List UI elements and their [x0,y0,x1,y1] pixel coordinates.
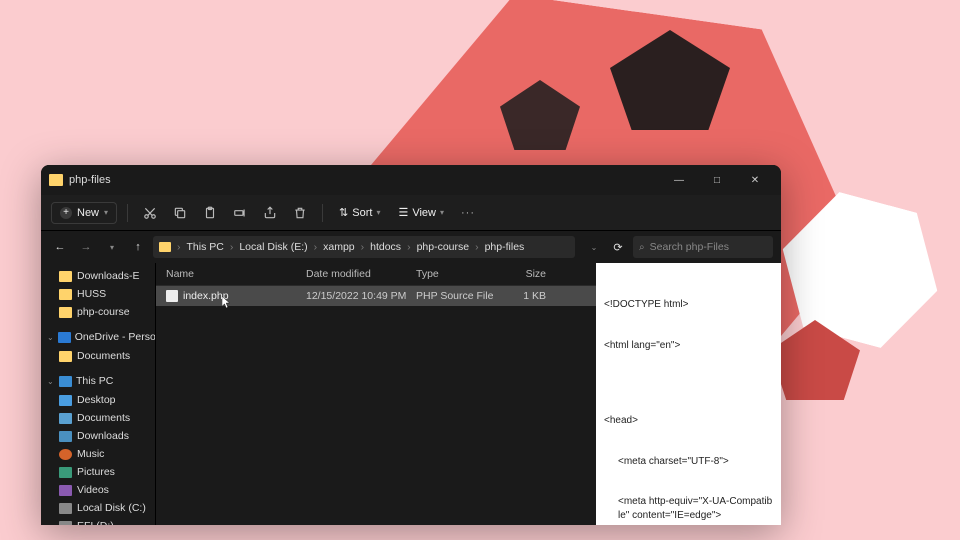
file-explorer-window: php-files — □ ✕ + New ▾ ⇅ Sort ▾ ☰ View … [41,165,781,525]
crumb-php-files[interactable]: php-files [485,241,525,253]
chevron-down-icon: ⌄ [47,377,55,386]
folder-icon [59,351,72,362]
titlebar[interactable]: php-files — □ ✕ [41,165,781,195]
cloud-icon [58,332,71,343]
music-icon [59,449,72,460]
file-size: 1 KB [506,290,546,302]
sort-button[interactable]: ⇅ Sort ▾ [333,202,386,223]
videos-icon [59,485,72,496]
navigation-sidebar[interactable]: Downloads-E HUSS php-course ⌄OneDrive - … [41,263,156,525]
new-button[interactable]: + New ▾ [51,202,117,224]
sidebar-item-videos[interactable]: Videos [41,481,155,499]
column-size[interactable]: Size [506,268,546,280]
minimize-button[interactable]: — [661,168,697,192]
desktop-icon [59,395,72,406]
chevron-down-icon: ⌄ [47,333,54,342]
search-input[interactable]: ⌕ Search php-Files [633,236,773,258]
view-icon: ☰ [398,206,408,219]
sidebar-item-local-disk-c[interactable]: Local Disk (C:) [41,499,155,517]
chevron-down-icon: ▾ [376,208,380,217]
crumb-php-course[interactable]: php-course [417,241,470,253]
preview-pane: <!DOCTYPE html> <html lang="en"> <head> … [596,263,781,525]
sidebar-item-efi-d[interactable]: EFI (D:) [41,517,155,525]
recent-button[interactable]: ▾ [101,236,123,258]
file-list[interactable]: Name Date modified Type Size index.php 1… [156,263,596,525]
file-icon [166,290,178,302]
search-placeholder: Search php-Files [650,241,729,253]
sidebar-item-downloads[interactable]: Downloads [41,427,155,445]
sidebar-item-desktop[interactable]: Desktop [41,391,155,409]
code-line: <meta charset="UTF-8"> [604,455,773,469]
plus-icon: + [60,207,72,219]
file-name: index.php [183,290,306,302]
crumb-xampp[interactable]: xampp [323,241,355,253]
sidebar-item-downloads-e[interactable]: Downloads-E [41,267,155,285]
rename-button[interactable] [228,201,252,225]
view-button[interactable]: ☰ View ▾ [392,202,450,223]
chevron-down-icon: ▾ [104,208,108,217]
disk-icon [59,521,72,526]
pc-icon [59,376,72,387]
sidebar-group-this-pc[interactable]: ⌄This PC [41,371,155,391]
close-button[interactable]: ✕ [737,168,773,192]
disk-icon [59,503,72,514]
address-bar-row: ← → ▾ ↑ › This PC › Local Disk (E:) › xa… [41,231,781,263]
table-row[interactable]: index.php 12/15/2022 10:49 PM PHP Source… [156,286,596,306]
sidebar-item-documents[interactable]: Documents [41,409,155,427]
code-line: <head> [604,414,773,428]
folder-icon [49,174,63,186]
more-button[interactable]: ··· [456,201,480,225]
sidebar-group-onedrive[interactable]: ⌄OneDrive - Perso [41,327,155,347]
folder-icon [59,289,72,300]
code-line: <!DOCTYPE html> [604,298,773,312]
column-type[interactable]: Type [416,268,506,280]
code-line: <meta http-equiv="X-UA-Compatible" conte… [604,495,773,522]
crumb-htdocs[interactable]: htdocs [370,241,401,253]
chevron-down-icon: ▾ [440,208,444,217]
folder-icon [59,307,72,318]
folder-icon [159,242,171,252]
share-button[interactable] [258,201,282,225]
sidebar-item-php-course[interactable]: php-course [41,303,155,321]
breadcrumb[interactable]: › This PC › Local Disk (E:) › xampp › ht… [153,236,575,258]
maximize-button[interactable]: □ [699,168,735,192]
crumb-this-pc[interactable]: This PC [187,241,224,253]
downloads-icon [59,431,72,442]
paste-button[interactable] [198,201,222,225]
address-dropdown-button[interactable]: ⌄ [583,236,605,258]
back-button[interactable]: ← [49,236,71,258]
forward-button[interactable]: → [75,236,97,258]
new-label: New [77,207,99,219]
sort-icon: ⇅ [339,206,348,219]
documents-icon [59,413,72,424]
copy-button[interactable] [168,201,192,225]
pictures-icon [59,467,72,478]
crumb-local-disk-e[interactable]: Local Disk (E:) [239,241,307,253]
search-icon: ⌕ [639,242,645,253]
sidebar-item-huss[interactable]: HUSS [41,285,155,303]
column-date[interactable]: Date modified [306,268,416,280]
toolbar: + New ▾ ⇅ Sort ▾ ☰ View ▾ ··· [41,195,781,231]
code-line: <html lang="en"> [604,339,773,353]
file-type: PHP Source File [416,290,506,302]
column-name[interactable]: Name [166,268,306,280]
window-title: php-files [69,174,661,186]
delete-button[interactable] [288,201,312,225]
file-date: 12/15/2022 10:49 PM [306,290,416,302]
cut-button[interactable] [138,201,162,225]
sidebar-item-documents-cloud[interactable]: Documents [41,347,155,365]
folder-icon [59,271,72,282]
column-headers[interactable]: Name Date modified Type Size [156,263,596,286]
up-button[interactable]: ↑ [127,236,149,258]
refresh-button[interactable]: ⟳ [607,236,629,258]
sidebar-item-pictures[interactable]: Pictures [41,463,155,481]
sidebar-item-music[interactable]: Music [41,445,155,463]
